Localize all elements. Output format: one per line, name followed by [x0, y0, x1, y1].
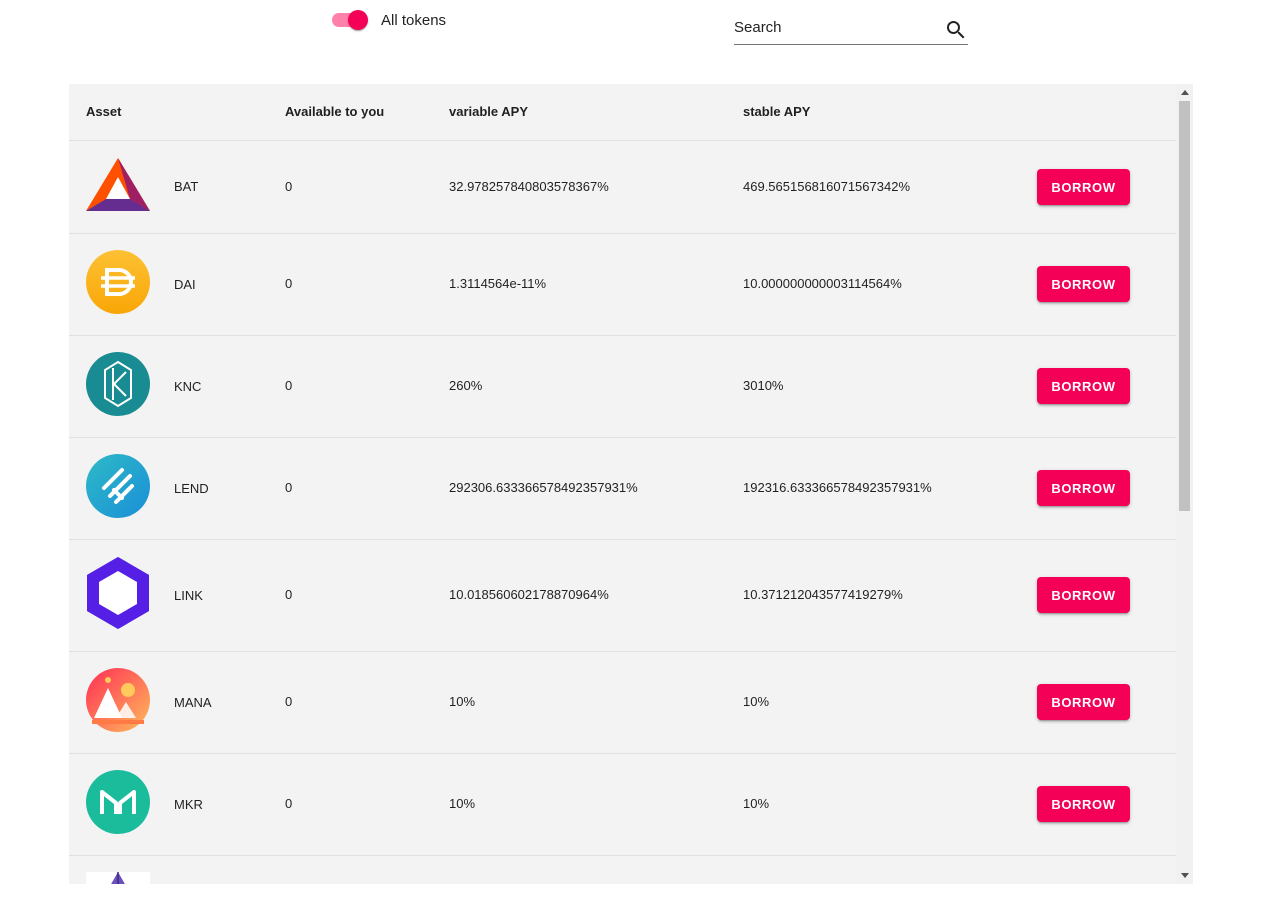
variable-apy: 10% [449, 796, 476, 811]
link-logo-icon [86, 557, 150, 629]
toggle-switch[interactable] [330, 8, 368, 32]
table-row: BAT 0 32.978257840803578367% 469.5651568… [69, 141, 1176, 234]
borrow-button[interactable]: BORROW [1037, 684, 1130, 720]
lend-logo-icon [86, 454, 150, 518]
asset-symbol: BAT [174, 179, 199, 194]
available-amount: 0 [285, 587, 293, 602]
assets-table-panel: Asset Available to you variable APY stab… [69, 84, 1193, 884]
table-row: MKR 0 10% 10% BORROW [69, 754, 1176, 856]
available-amount: 0 [285, 480, 293, 495]
table-row: LINK 0 10.018560602178870964% 10.3712120… [69, 540, 1176, 652]
table-row [69, 856, 1176, 884]
toggle-label: All tokens [381, 11, 447, 29]
dai-logo-icon [86, 250, 150, 314]
borrow-button[interactable]: BORROW [1037, 470, 1130, 506]
asset-symbol: LINK [174, 588, 203, 603]
header-variable-apy: variable APY [449, 104, 529, 119]
variable-apy: 260% [449, 378, 483, 393]
asset-symbol: MKR [174, 797, 203, 812]
variable-apy: 32.978257840803578367% [449, 179, 609, 194]
vertical-scrollbar[interactable] [1176, 84, 1193, 884]
search-input[interactable] [734, 14, 934, 40]
asset-symbol: MANA [174, 695, 212, 710]
available-amount: 0 [285, 276, 293, 291]
table-row: LEND 0 292306.633366578492357931% 192316… [69, 438, 1176, 540]
search-icon[interactable] [944, 18, 968, 42]
table-header: Asset Available to you variable APY stab… [69, 84, 1176, 141]
stable-apy: 192316.633366578492357931% [743, 480, 932, 495]
borrow-button[interactable]: BORROW [1037, 786, 1130, 822]
switch-thumb[interactable] [348, 10, 368, 30]
mana-logo-icon [86, 668, 150, 732]
borrow-button[interactable]: BORROW [1037, 266, 1130, 302]
all-tokens-toggle[interactable]: All tokens [330, 8, 446, 32]
asset-symbol: LEND [174, 481, 209, 496]
available-amount: 0 [285, 378, 293, 393]
scroll-down-arrow-icon[interactable] [1176, 867, 1193, 884]
knc-logo-icon [86, 352, 150, 416]
stable-apy: 10% [743, 796, 770, 811]
stable-apy: 10% [743, 694, 770, 709]
variable-apy: 10.018560602178870964% [449, 587, 609, 602]
table-row: KNC 0 260% 3010% BORROW [69, 336, 1176, 438]
mkr-logo-icon [86, 770, 150, 834]
stable-apy: 469.565156816071567342% [743, 179, 911, 194]
stable-apy: 10.371212043577419279% [743, 587, 903, 602]
stable-apy: 3010% [743, 378, 784, 393]
search-field[interactable] [734, 14, 968, 45]
asset-symbol: DAI [174, 277, 196, 292]
scrollbar-thumb[interactable] [1179, 101, 1190, 511]
available-amount: 0 [285, 796, 293, 811]
scroll-up-arrow-icon[interactable] [1176, 84, 1193, 101]
table-row: DAI 0 1.3114564e-11% 10.0000000000031145… [69, 234, 1176, 336]
variable-apy: 10% [449, 694, 476, 709]
assets-table: Asset Available to you variable APY stab… [69, 84, 1176, 884]
stable-apy: 10.000000000003114564% [743, 276, 902, 291]
bat-logo-icon [86, 155, 150, 219]
borrow-button[interactable]: BORROW [1037, 368, 1130, 404]
available-amount: 0 [285, 694, 293, 709]
table-row: MANA 0 10% 10% BORROW [69, 652, 1176, 754]
asset-symbol: KNC [174, 379, 202, 394]
borrow-button[interactable]: BORROW [1037, 577, 1130, 613]
variable-apy: 1.3114564e-11% [449, 276, 547, 291]
variable-apy: 292306.633366578492357931% [449, 480, 638, 495]
token-logo-icon [86, 872, 150, 884]
header-available: Available to you [285, 104, 385, 119]
header-stable-apy: stable APY [743, 104, 811, 119]
available-amount: 0 [285, 179, 293, 194]
header-asset: Asset [86, 104, 122, 119]
borrow-button[interactable]: BORROW [1037, 169, 1130, 205]
